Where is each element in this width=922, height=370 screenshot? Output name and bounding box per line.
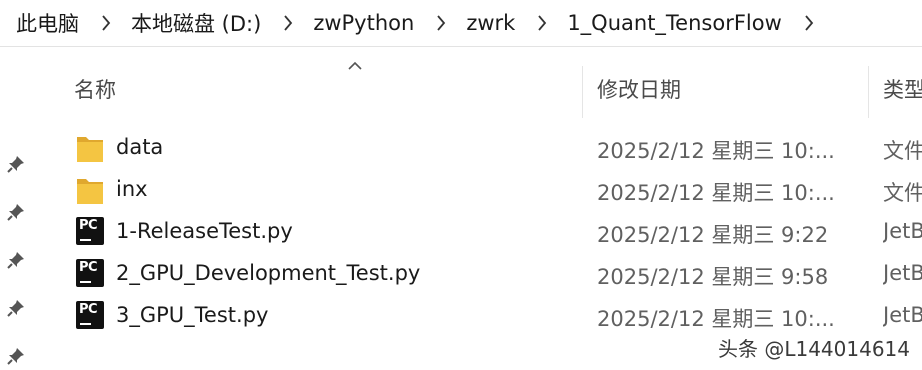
file-row-inx[interactable]: inx 2025/2/12 星期三 10:... 文件 <box>34 170 922 212</box>
pin-icon[interactable] <box>6 250 26 270</box>
file-date-modified: 2025/2/12 星期三 10:... <box>597 139 835 163</box>
pycharm-file-icon: PC <box>76 217 106 247</box>
file-type: JetB <box>883 219 922 243</box>
column-divider[interactable] <box>868 66 869 118</box>
file-row-2-gpu-development-test[interactable]: PC 2_GPU_Development_Test.py 2025/2/12 星… <box>34 254 922 296</box>
watermark: 头条 @L144014614 <box>717 337 910 361</box>
chevron-right-icon[interactable] <box>101 15 111 31</box>
file-row-3-gpu-test[interactable]: PC 3_GPU_Test.py 2025/2/12 星期三 10:... Je… <box>34 296 922 338</box>
pycharm-file-icon: PC <box>76 301 106 331</box>
file-date-modified: 2025/2/12 星期三 9:22 <box>597 223 829 247</box>
file-date-modified: 2025/2/12 星期三 10:... <box>597 307 835 331</box>
pin-icon[interactable] <box>6 202 26 222</box>
folder-icon <box>76 133 106 163</box>
file-name: data <box>116 135 164 159</box>
breadcrumb-item-zwpython[interactable]: zwPython <box>313 11 414 35</box>
file-type: JetB <box>883 261 922 285</box>
breadcrumb-item-local-disk[interactable]: 本地磁盘 (D:) <box>131 8 261 38</box>
chevron-right-icon[interactable] <box>436 15 446 31</box>
file-type: 文件 <box>883 181 922 205</box>
quick-access-pins <box>0 46 34 368</box>
pin-icon[interactable] <box>6 298 26 318</box>
pin-icon[interactable] <box>6 154 26 174</box>
file-name: inx <box>116 177 148 201</box>
file-row-data[interactable]: data 2025/2/12 星期三 10:... 文件 <box>34 128 922 170</box>
breadcrumb-item-zwrk[interactable]: zwrk <box>466 11 515 35</box>
file-name: 2_GPU_Development_Test.py <box>116 261 421 285</box>
file-name: 3_GPU_Test.py <box>116 303 269 327</box>
sort-ascending-icon <box>347 56 363 70</box>
file-name: 1-ReleaseTest.py <box>116 219 293 243</box>
address-breadcrumb-bar: 此电脑 本地磁盘 (D:) zwPython zwrk 1_Quant_Tens… <box>0 0 922 47</box>
pin-icon[interactable] <box>6 346 26 366</box>
file-date-modified: 2025/2/12 星期三 9:58 <box>597 265 829 289</box>
chevron-right-icon[interactable] <box>537 15 547 31</box>
chevron-right-icon[interactable] <box>283 15 293 31</box>
file-row-1-releasetest[interactable]: PC 1-ReleaseTest.py 2025/2/12 星期三 9:22 J… <box>34 212 922 254</box>
column-header-type[interactable]: 类型 <box>883 74 922 104</box>
chevron-right-icon[interactable] <box>804 15 814 31</box>
folder-icon <box>76 175 106 205</box>
file-date-modified: 2025/2/12 星期三 10:... <box>597 181 835 205</box>
breadcrumb-item-current-folder[interactable]: 1_Quant_TensorFlow <box>567 11 781 35</box>
column-header-row: 名称 修改日期 类型 <box>34 46 922 126</box>
column-divider[interactable] <box>582 66 583 118</box>
breadcrumb: 此电脑 本地磁盘 (D:) zwPython zwrk 1_Quant_Tens… <box>16 8 834 38</box>
column-header-date-modified[interactable]: 修改日期 <box>597 74 681 104</box>
file-type: JetB <box>883 303 922 327</box>
column-header-name[interactable]: 名称 <box>74 74 116 104</box>
file-type: 文件 <box>883 139 922 163</box>
pycharm-file-icon: PC <box>76 259 106 289</box>
breadcrumb-item-this-pc[interactable]: 此电脑 <box>16 8 79 38</box>
